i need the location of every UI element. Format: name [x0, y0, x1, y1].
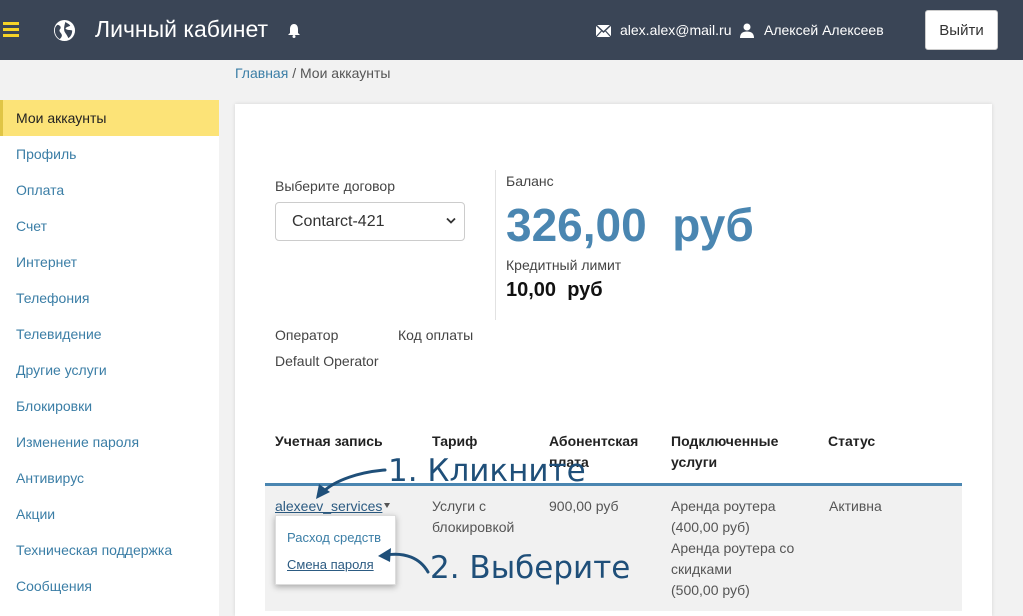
row-status: Активна [829, 498, 882, 514]
user-email: alex.alex@mail.ru [620, 22, 732, 38]
logout-button[interactable]: Выйти [925, 10, 998, 50]
contract-select[interactable]: Contarct-421 [275, 202, 465, 241]
breadcrumb: Главная / Мои аккаунты [235, 65, 390, 81]
chevron-down-icon [446, 217, 456, 224]
app-title: Личный кабинет [95, 16, 269, 42]
globe-icon [53, 19, 76, 42]
account-link[interactable]: alexeev_services [275, 498, 382, 514]
credit-limit-amount: 10,00 руб [506, 279, 603, 302]
operator-label: Оператор [275, 327, 339, 343]
breadcrumb-separator: / [292, 65, 297, 81]
row-tariff: Услуги с блокировкой [432, 498, 515, 535]
sidebar-item-change-password[interactable]: Изменение пароля [0, 424, 219, 460]
col-header-status: Статус [828, 433, 876, 449]
contract-select-value: Contarct-421 [292, 213, 385, 230]
operator-value: Default Operator [275, 353, 379, 369]
credit-limit-value: 10,00 [506, 279, 557, 301]
sidebar-item-promotions[interactable]: Акции [0, 496, 219, 532]
annotation-step1: 1. Кликните [388, 453, 586, 489]
sidebar-item-payment[interactable]: Оплата [0, 172, 219, 208]
balance-currency: руб [672, 199, 754, 251]
annotation-step2: 2. Выберите [430, 550, 631, 586]
bell-icon[interactable] [287, 23, 301, 38]
sidebar-item-my-accounts[interactable]: Мои аккаунты [0, 100, 219, 136]
breadcrumb-home-link[interactable]: Главная [235, 65, 288, 81]
sidebar-item-antivirus[interactable]: Антивирус [0, 460, 219, 496]
credit-limit-currency: руб [567, 279, 603, 301]
sidebar-item-support[interactable]: Техническая поддержка [0, 532, 219, 568]
balance-divider [495, 170, 496, 320]
menu-item-change-password[interactable]: Смена пароля [287, 557, 374, 572]
mail-icon [596, 25, 611, 37]
sidebar-item-blocks[interactable]: Блокировки [0, 388, 219, 424]
col-header-account: Учетная запись [275, 433, 383, 449]
balance-amount: 326,00 руб [506, 198, 754, 252]
sidebar-item-messages[interactable]: Сообщения [0, 568, 219, 604]
balance-value: 326,00 [506, 199, 647, 251]
top-bar: Личный кабинет alex.alex@mail.ru Алексей… [0, 0, 1023, 60]
balance-label: Баланс [506, 173, 554, 189]
sidebar: Мои аккаунты Профиль Оплата Счет Интерне… [0, 100, 219, 616]
credit-limit-label: Кредитный лимит [506, 257, 622, 273]
col-header-services: Подключенные услуги [671, 433, 779, 470]
sidebar-item-invoice[interactable]: Счет [0, 208, 219, 244]
user-name[interactable]: Алексей Алексеев [764, 22, 884, 38]
col-header-tariff: Тариф [432, 433, 478, 449]
sidebar-item-television[interactable]: Телевидение [0, 316, 219, 352]
menu-item-expenses[interactable]: Расход средств [287, 530, 381, 545]
row-services: Аренда роутера (400,00 руб) Аренда роуте… [671, 498, 795, 598]
payment-code-label: Код оплаты [398, 327, 474, 343]
row-fee: 900,00 руб [549, 498, 619, 514]
sidebar-item-other-services[interactable]: Другие услуги [0, 352, 219, 388]
breadcrumb-current: Мои аккаунты [299, 65, 391, 81]
account-dropdown-menu: Расход средств Смена пароля [275, 515, 396, 585]
caret-down-icon[interactable] [384, 503, 390, 508]
menu-icon[interactable] [3, 22, 19, 37]
sidebar-item-profile[interactable]: Профиль [0, 136, 219, 172]
contract-label: Выберите договор [275, 178, 395, 194]
accounts-card: Выберите договор Contarct-421 Баланс 326… [235, 104, 992, 616]
user-icon [740, 23, 754, 38]
sidebar-item-internet[interactable]: Интернет [0, 244, 219, 280]
sidebar-item-telephony[interactable]: Телефония [0, 280, 219, 316]
